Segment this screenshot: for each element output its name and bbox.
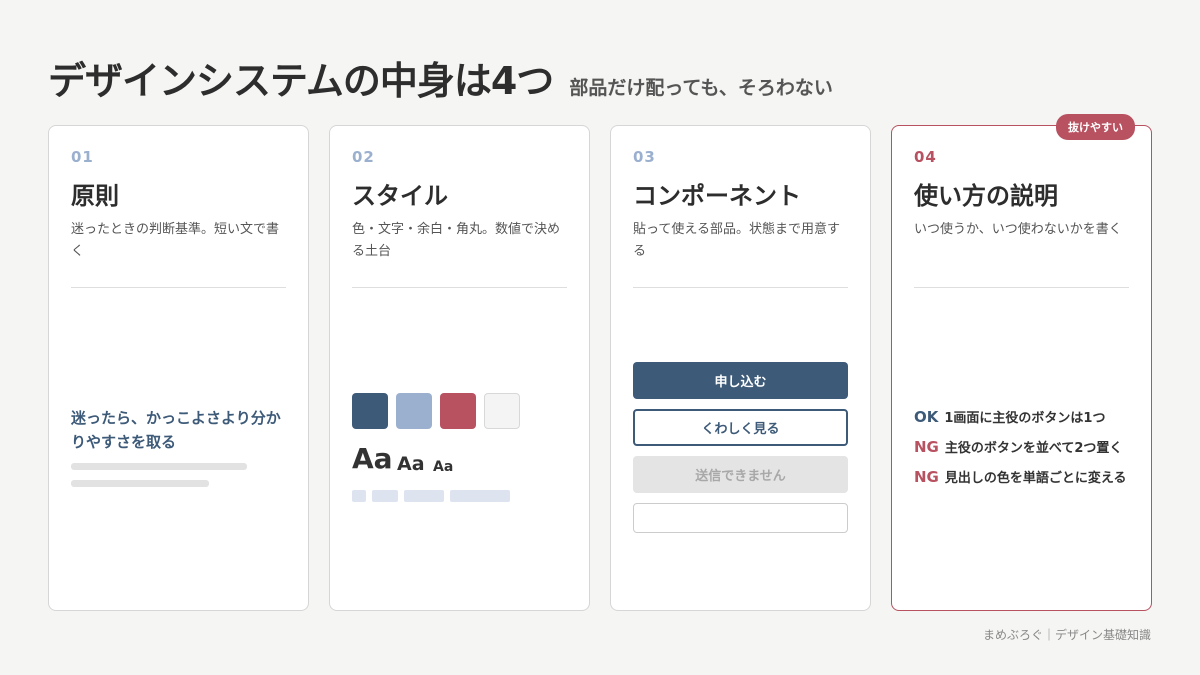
card-divider	[633, 287, 848, 288]
placeholder-line	[71, 463, 247, 470]
card-description: いつ使うか、いつ使わないかを書く	[914, 222, 1122, 237]
card-components: 03 コンポーネント 貼って使える部品。状態まで用意する 申し込む くわしく見る…	[610, 125, 871, 611]
card-usage-guide: 抜けやすい 04 使い方の説明 いつ使うか、いつ使わないかを書く OK 1画面に…	[891, 114, 1152, 611]
card-number: 01	[71, 148, 94, 166]
type-sample-medium: Aa	[397, 453, 425, 475]
card-description: 迷ったときの判断基準。短い文で書く	[71, 222, 280, 259]
card-description: 貼って使える部品。状態まで用意する	[633, 222, 840, 259]
send-disabled-button: 送信できません	[633, 456, 848, 493]
card-principles: 01 原則 迷ったときの判断基準。短い文で書く 迷ったら、かっこよさより分かりや…	[48, 125, 309, 611]
rule-text: 主役のボタンを並べて2つ置く	[944, 441, 1123, 456]
easily-missed-badge: 抜けやすい	[1056, 114, 1135, 140]
card-number: 04	[914, 148, 937, 166]
details-button[interactable]: くわしく見る	[633, 409, 848, 446]
color-swatch-light-blue	[396, 393, 432, 429]
text-input-sample[interactable]	[633, 503, 848, 533]
card-title: 原則	[71, 182, 119, 210]
page-subtitle: 部品だけ配っても、そろわない	[569, 77, 833, 99]
card-title: 使い方の説明	[914, 182, 1058, 210]
spacing-sample	[372, 490, 398, 502]
rule-tag: NG	[914, 438, 939, 456]
usage-rule-ng: NG 主役のボタンを並べて2つ置く	[914, 437, 1122, 456]
rule-text: 見出しの色を単語ごとに変える	[944, 471, 1127, 486]
apply-button[interactable]: 申し込む	[633, 362, 848, 399]
footer-credit: まめぶろぐ｜デザイン基礎知識	[982, 628, 1151, 642]
card-number: 02	[352, 148, 375, 166]
spacing-sample	[450, 490, 510, 502]
card-title: コンポーネント	[633, 182, 801, 210]
card-divider	[352, 287, 567, 288]
type-sample-small: Aa	[433, 459, 454, 475]
type-sample-large: Aa	[352, 442, 393, 475]
color-swatch-navy	[352, 393, 388, 429]
spacing-sample	[404, 490, 444, 502]
card-divider	[71, 287, 286, 288]
card-styles: 02 スタイル 色・文字・余白・角丸。数値で決める土台 Aa Aa Aa	[329, 125, 590, 611]
rule-tag: NG	[914, 468, 939, 486]
rule-tag: OK	[914, 408, 939, 426]
page-title: デザインシステムの中身は4つ	[48, 59, 554, 103]
card-title: スタイル	[352, 182, 448, 210]
card-number: 03	[633, 148, 656, 166]
color-swatch-off-white	[484, 393, 520, 429]
principle-example: 迷ったら、かっこよさより分かりやすさを取る	[71, 409, 281, 451]
card-description: 色・文字・余白・角丸。数値で決める土台	[352, 222, 561, 259]
usage-rule-ok: OK 1画面に主役のボタンは1つ	[914, 407, 1105, 426]
card-divider	[914, 287, 1129, 288]
spacing-sample	[352, 490, 366, 502]
rule-text: 1画面に主役のボタンは1つ	[944, 411, 1106, 426]
placeholder-line	[71, 480, 209, 487]
color-swatch-red	[440, 393, 476, 429]
usage-rule-ng: NG 見出しの色を単語ごとに変える	[914, 467, 1127, 486]
page-header: デザインシステムの中身は4つ 部品だけ配っても、そろわない	[48, 50, 833, 105]
